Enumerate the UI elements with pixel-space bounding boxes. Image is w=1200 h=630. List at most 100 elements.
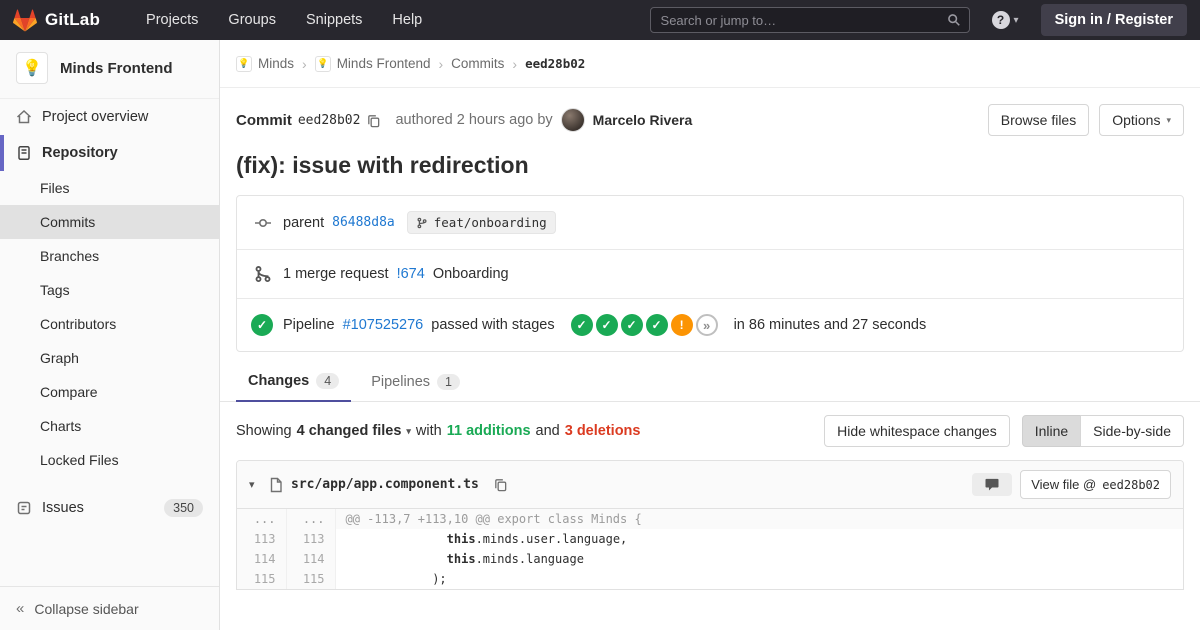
- breadcrumb: 💡 Minds › 💡 Minds Frontend › Commits › e…: [220, 40, 1200, 88]
- stage-skipped-icon[interactable]: »: [695, 314, 718, 336]
- browse-files-button[interactable]: Browse files: [987, 104, 1090, 136]
- breadcrumb-label: Minds Frontend: [336, 56, 431, 71]
- sidebar-item-issues[interactable]: Issues 350: [0, 489, 219, 527]
- nav-projects[interactable]: Projects: [146, 12, 198, 28]
- merge-request-link[interactable]: !674: [397, 266, 425, 282]
- navbar-menu: Projects Groups Snippets Help: [146, 12, 422, 28]
- chevron-down-icon: ▾: [1166, 114, 1171, 125]
- copy-path-button[interactable]: [487, 477, 514, 492]
- home-icon: [16, 109, 32, 125]
- sidebar-item-label: Issues: [42, 500, 84, 516]
- hunk-header-text: @@ -113,7 +113,10 @@ export class Minds …: [335, 509, 1183, 529]
- old-line-number[interactable]: 115: [237, 569, 287, 589]
- help-icon: ?: [991, 11, 1010, 29]
- view-file-sha: eed28b02: [1102, 477, 1160, 492]
- left-sidebar: 💡 Minds Frontend Project overview Reposi…: [0, 40, 220, 630]
- copy-sha-button[interactable]: [360, 113, 387, 128]
- gitlab-home-link[interactable]: GitLab: [13, 8, 101, 32]
- stage-warning-icon[interactable]: !: [670, 314, 693, 336]
- repository-icon: [16, 145, 32, 161]
- commit-info-box: parent 86488d8a feat/onboarding 1 merge …: [236, 195, 1184, 352]
- author-name[interactable]: Marcelo Rivera: [593, 112, 693, 128]
- diff-line-row: 114 114 this.minds.language: [237, 549, 1183, 569]
- new-line-number[interactable]: ...: [286, 509, 336, 529]
- nav-snippets[interactable]: Snippets: [306, 12, 362, 28]
- commit-tabs: Changes 4 Pipelines 1: [220, 362, 1200, 402]
- issues-count-badge: 350: [164, 499, 203, 517]
- pipeline-status-success-icon[interactable]: ✓: [251, 314, 273, 336]
- brand-name: GitLab: [45, 10, 101, 29]
- sidebar-item-repository[interactable]: Repository: [0, 135, 219, 171]
- old-line-number[interactable]: 114: [237, 549, 287, 569]
- pipeline-mini-graph: ✓ ✓ ✓ ✓ ! »: [570, 314, 718, 336]
- search-input[interactable]: [658, 11, 947, 29]
- stage-success-icon[interactable]: ✓: [595, 314, 618, 336]
- stage-success-icon[interactable]: ✓: [645, 314, 668, 336]
- comment-button[interactable]: [972, 473, 1013, 496]
- old-line-number[interactable]: ...: [237, 509, 287, 529]
- view-file-button[interactable]: View file @ eed28b02: [1020, 470, 1171, 499]
- sidebar-item-tags[interactable]: Tags: [0, 273, 219, 307]
- nav-groups[interactable]: Groups: [228, 12, 276, 28]
- new-line-number[interactable]: 115: [286, 569, 336, 589]
- file-diff-card: ▾ src/app/app.component.ts View file @ e…: [236, 460, 1184, 590]
- sidebar-item-commits[interactable]: Commits: [0, 205, 219, 239]
- breadcrumb-label: Commits: [451, 56, 505, 71]
- help-dropdown[interactable]: ? ▾: [991, 11, 1019, 29]
- breadcrumb-label: Minds: [258, 56, 295, 71]
- side-by-side-view-button[interactable]: Side-by-side: [1080, 415, 1184, 447]
- stage-success-icon[interactable]: ✓: [620, 314, 643, 336]
- additions-count: 11 additions: [446, 423, 531, 439]
- diff-line-row: 113 113 this.minds.user.language,: [237, 529, 1183, 549]
- deletions-count: 3 deletions: [564, 423, 641, 439]
- search-box: [649, 7, 970, 33]
- collapse-sidebar-button[interactable]: « Collapse sidebar: [0, 586, 219, 630]
- copy-icon: [368, 114, 380, 127]
- old-line-number[interactable]: 113: [237, 529, 287, 549]
- breadcrumb-commits[interactable]: Commits: [451, 56, 504, 71]
- pipeline-id-link[interactable]: #107525276: [343, 317, 424, 333]
- code-line: this.minds.user.language,: [446, 532, 628, 546]
- sidebar-item-graph[interactable]: Graph: [0, 341, 219, 375]
- options-dropdown-button[interactable]: Options ▾: [1099, 104, 1184, 136]
- pipeline-label: Pipeline: [283, 317, 335, 333]
- inline-view-button[interactable]: Inline: [1021, 415, 1082, 447]
- group-avatar: 💡: [236, 55, 252, 72]
- hide-whitespace-button[interactable]: Hide whitespace changes: [824, 415, 1010, 447]
- breadcrumb-minds[interactable]: 💡 Minds: [236, 55, 295, 72]
- main-content: 💡 Minds › 💡 Minds Frontend › Commits › e…: [220, 40, 1200, 630]
- stage-success-icon[interactable]: ✓: [570, 314, 593, 336]
- chevron-right-icon: ›: [302, 55, 307, 72]
- diff-table: ... ... @@ -113,7 +113,10 @@ export clas…: [237, 509, 1183, 589]
- sidebar-item-files[interactable]: Files: [0, 171, 219, 205]
- comment-icon: [985, 478, 999, 491]
- view-file-label: View file @: [1031, 477, 1097, 492]
- new-line-number[interactable]: 114: [286, 549, 336, 569]
- sidebar-item-project-overview[interactable]: Project overview: [0, 99, 219, 135]
- top-navbar: GitLab Projects Groups Snippets Help ? ▾…: [0, 0, 1200, 40]
- file-path[interactable]: src/app/app.component.ts: [291, 477, 479, 492]
- nav-help[interactable]: Help: [392, 12, 422, 28]
- collapse-icon: «: [16, 600, 25, 617]
- project-context-header[interactable]: 💡 Minds Frontend: [0, 40, 219, 99]
- hunk-header-row: ... ... @@ -113,7 +113,10 @@ export clas…: [237, 509, 1183, 529]
- parent-label: parent: [283, 214, 325, 231]
- new-line-number[interactable]: 113: [286, 529, 336, 549]
- parent-sha-link[interactable]: 86488d8a: [332, 215, 395, 230]
- sidebar-item-contributors[interactable]: Contributors: [0, 307, 219, 341]
- breadcrumb-minds-frontend[interactable]: 💡 Minds Frontend: [314, 55, 431, 72]
- tab-label: Changes: [248, 373, 310, 389]
- branch-chip[interactable]: feat/onboarding: [406, 211, 556, 234]
- tab-pipelines[interactable]: Pipelines 1: [359, 362, 472, 402]
- sidebar-item-locked-files[interactable]: Locked Files: [0, 443, 219, 477]
- diff-line-row: 115 115 );: [237, 569, 1183, 589]
- sidebar-item-compare[interactable]: Compare: [0, 375, 219, 409]
- collapse-file-caret-icon[interactable]: ▾: [249, 478, 261, 491]
- sidebar-item-charts[interactable]: Charts: [0, 409, 219, 443]
- changed-files-dropdown[interactable]: 4 changed files ▾: [297, 423, 411, 439]
- sign-in-button[interactable]: Sign in / Register: [1040, 4, 1187, 36]
- sidebar-item-branches[interactable]: Branches: [0, 239, 219, 273]
- code-line: );: [432, 572, 447, 586]
- merge-request-icon: [251, 265, 275, 283]
- tab-changes[interactable]: Changes 4: [236, 362, 352, 402]
